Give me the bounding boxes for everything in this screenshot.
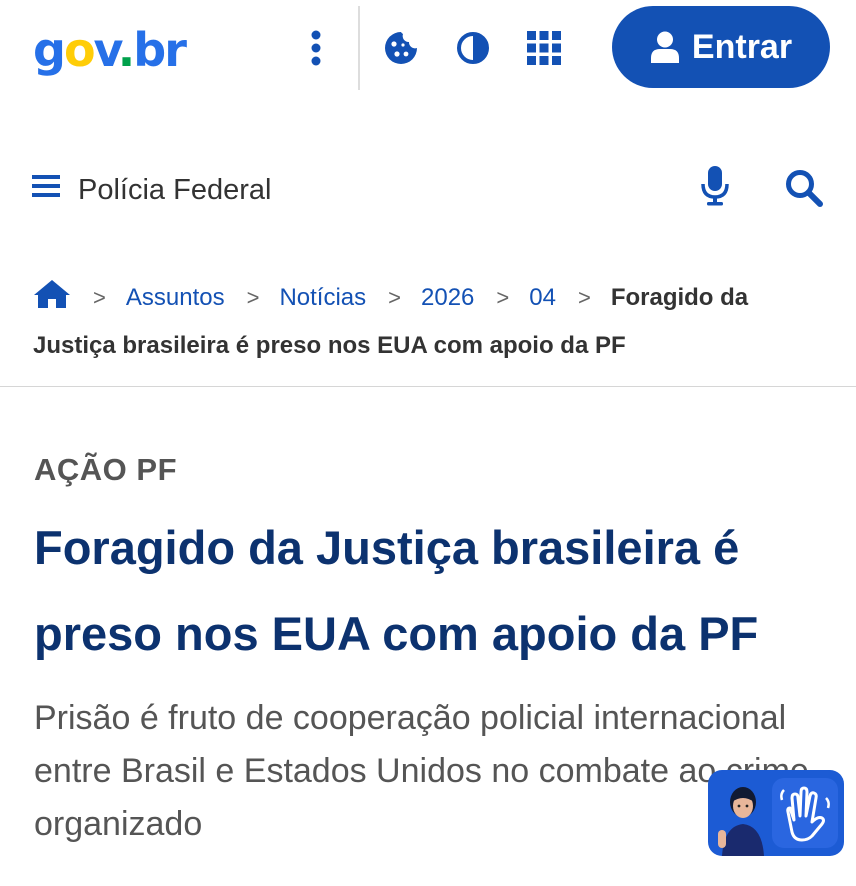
site-title[interactable]: Polícia Federal [78,170,271,210]
header-divider [358,6,360,90]
main-menu-button[interactable] [32,174,62,204]
search-icon [786,170,823,207]
search-button[interactable] [784,168,826,210]
breadcrumb-separator: > [496,285,510,310]
login-button[interactable]: Entrar [612,6,830,88]
breadcrumb-item-noticias[interactable]: Notícias [279,284,366,311]
breadcrumb: > Assuntos > Notícias >2026 >04 > Foragido da J… [33,276,823,368]
sign-language-icon [772,778,838,848]
more-options-button[interactable] [300,28,332,68]
breadcrumb-separator: > [388,285,401,310]
hamburger-icon [32,175,60,197]
breadcrumb-separator: > [246,285,260,310]
kebab-icon [311,30,321,66]
site-header: Polícia Federal [0,150,856,230]
contrast-icon [457,32,489,64]
breadcrumb-separator: > [93,285,106,310]
article-title: Foragido da Justiça brasileira é preso n… [34,521,759,660]
top-header: gov.br Entrar [0,0,856,100]
breadcrumb-item-2026[interactable]: 2026 [421,284,474,311]
article-kicker: AÇÃO PF [34,452,177,487]
govbr-logo[interactable]: gov.br [33,22,187,78]
home-icon [34,280,70,308]
microphone-icon [701,166,729,206]
breadcrumb-item-assuntos[interactable]: Assuntos [126,284,225,311]
divider [0,386,856,387]
login-label: Entrar [691,27,793,66]
voice-search-button[interactable] [700,166,740,210]
cookie-icon [385,32,417,64]
apps-grid-icon [527,31,561,65]
contrast-button[interactable] [453,28,493,68]
page: gov.br Entrar Polícia Federal > Assuntos… [0,0,856,886]
user-icon [650,31,679,63]
avatar-icon [718,787,764,856]
cookie-button[interactable] [381,28,421,68]
breadcrumb-home[interactable] [33,279,71,324]
breadcrumb-separator: > [577,285,591,310]
sign-language-widget[interactable] [708,770,844,856]
breadcrumb-item-04[interactable]: 04 [529,284,556,311]
apps-button[interactable] [524,28,564,68]
